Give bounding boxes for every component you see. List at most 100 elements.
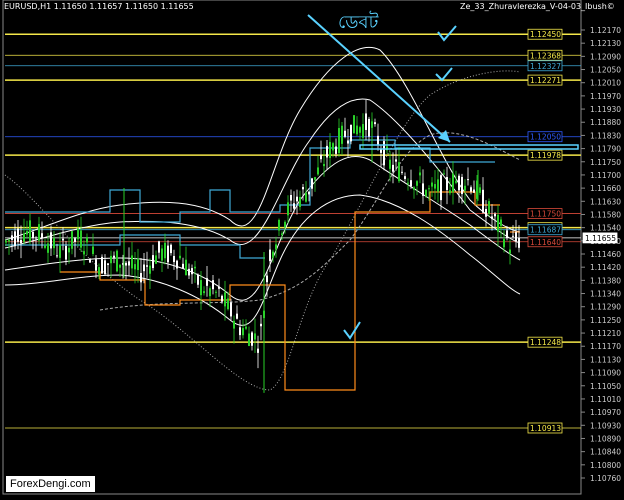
- candle: [254, 318, 256, 353]
- candle: [134, 251, 136, 284]
- candle: [32, 229, 34, 250]
- candle-body: [401, 171, 403, 173]
- candle: [116, 249, 118, 273]
- level-price-label: 1.12450: [530, 30, 561, 39]
- candle: [113, 251, 115, 264]
- candle-body: [80, 230, 82, 248]
- candle-body: [512, 235, 514, 237]
- candle-body: [161, 248, 163, 261]
- envelope-bands: [4, 47, 521, 391]
- candle-body: [500, 219, 502, 226]
- axis-tick-label: 1.11700: [590, 171, 621, 180]
- candle-body: [245, 326, 247, 329]
- candle: [140, 258, 142, 291]
- candle: [410, 169, 412, 189]
- candle-body: [254, 333, 256, 340]
- axis-tick-label: 1.11250: [590, 316, 621, 325]
- candle: [209, 286, 211, 308]
- candle-body: [17, 228, 19, 242]
- candle: [62, 227, 64, 251]
- candle-body: [89, 259, 91, 263]
- axis-tick-label: 1.10970: [590, 408, 621, 417]
- candle-body: [323, 163, 325, 167]
- candle-body: [104, 260, 106, 275]
- candle: [287, 195, 289, 224]
- candle: [233, 315, 235, 344]
- candle-body: [446, 177, 448, 191]
- axis-tick-label: 1.11380: [590, 276, 621, 285]
- candle-body: [284, 221, 286, 228]
- candle-body: [179, 255, 181, 259]
- axis-tick-label: 1.11540: [590, 224, 621, 233]
- candle-body: [344, 130, 346, 137]
- axis-tick-label: 1.10760: [590, 474, 621, 483]
- candle-body: [341, 125, 343, 144]
- candle: [38, 216, 40, 245]
- candle-body: [113, 255, 115, 258]
- axis-tick-label: 1.11630: [590, 197, 621, 206]
- candle: [74, 236, 76, 258]
- candle: [182, 257, 184, 269]
- candle: [272, 249, 274, 263]
- candle: [278, 218, 280, 236]
- candle: [470, 185, 472, 195]
- candle: [341, 122, 343, 155]
- axis-tick-label: 1.12050: [590, 66, 621, 75]
- candle-body: [137, 258, 139, 271]
- candle: [77, 219, 79, 247]
- candle: [56, 243, 58, 259]
- candle: [128, 247, 130, 276]
- candle-body: [83, 251, 85, 255]
- candle-body: [443, 173, 445, 175]
- indicator-name: Ze_33_Zhuravlerezka_V-04-03_Ibush©: [460, 2, 615, 11]
- candle-body: [221, 295, 223, 302]
- candle-body: [452, 173, 454, 193]
- price-chart[interactable]: 1.12170 1.12130 1.12090 1.12050 1.12010 1.119…: [0, 0, 624, 496]
- candle-body: [356, 125, 358, 135]
- candle-body: [338, 128, 340, 154]
- candle: [188, 263, 190, 280]
- candle: [44, 238, 46, 250]
- candle: [176, 259, 178, 280]
- candle: [68, 237, 70, 264]
- candle: [131, 241, 133, 275]
- candle-body: [458, 175, 460, 191]
- candle-body: [140, 273, 142, 283]
- candle-body: [302, 187, 304, 190]
- candle-body: [203, 291, 205, 294]
- chart-area[interactable]: 1.12170 1.12130 1.12090 1.12050 1.12010 1.119…: [0, 0, 624, 496]
- candle-body: [224, 292, 226, 307]
- candle-body: [119, 264, 121, 268]
- candle-body: [320, 154, 322, 160]
- level-price-label: 1.11750: [530, 210, 561, 219]
- candle: [107, 263, 109, 277]
- candle: [452, 161, 454, 205]
- upper-band-inner: [4, 98, 521, 249]
- candle-body: [419, 172, 421, 176]
- candle: [29, 213, 31, 245]
- candle: [104, 254, 106, 276]
- candle-body: [59, 245, 61, 258]
- candle-body: [209, 288, 211, 297]
- candle-body: [65, 245, 67, 260]
- candle-body: [326, 145, 328, 158]
- candle-body: [260, 323, 262, 327]
- candle: [320, 140, 322, 163]
- candle: [434, 170, 436, 200]
- candle: [329, 133, 331, 168]
- candle-body: [278, 219, 280, 231]
- candle-body: [71, 231, 73, 249]
- candle-body: [191, 268, 193, 275]
- candle: [326, 139, 328, 170]
- candle-body: [23, 233, 25, 242]
- candle: [41, 221, 43, 249]
- candle: [467, 167, 469, 186]
- axis-tick-label: 1.12170: [590, 26, 621, 35]
- candle-body: [98, 267, 100, 275]
- candle-body: [26, 231, 28, 235]
- axis-tick-label: 1.11930: [590, 105, 621, 114]
- candle: [158, 240, 160, 259]
- candlestick-series: [5, 99, 520, 393]
- candle-body: [506, 230, 508, 238]
- candle-body: [503, 239, 505, 248]
